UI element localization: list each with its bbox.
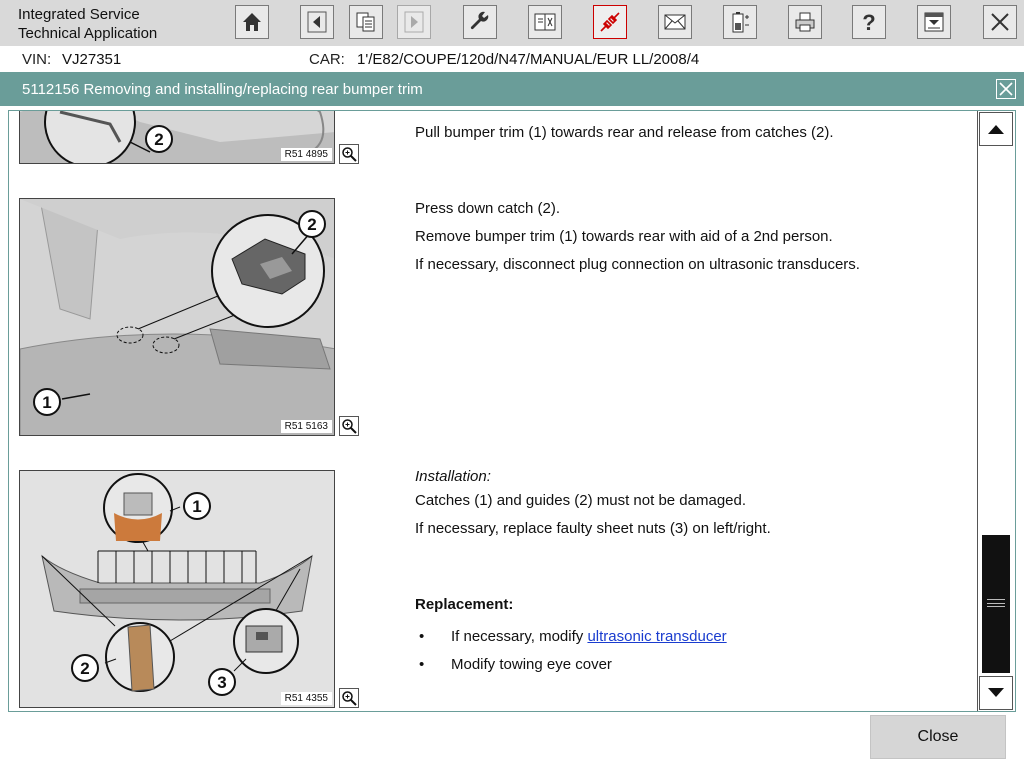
arrow-right-icon bbox=[404, 11, 424, 33]
service-functions-button[interactable] bbox=[463, 5, 497, 39]
toolbar: Integrated Service Technical Application… bbox=[0, 0, 1024, 46]
list-item: Modify towing eye cover bbox=[385, 651, 771, 679]
figure-step-3: 1 2 3 R51 4355 bbox=[19, 470, 335, 708]
scroll-down-button[interactable] bbox=[979, 676, 1013, 710]
exit-button[interactable] bbox=[983, 5, 1017, 39]
bumper-installation-illustration bbox=[20, 471, 334, 707]
print-button[interactable] bbox=[788, 5, 822, 39]
minimize-icon bbox=[924, 12, 944, 32]
app-title-line1: Integrated Service bbox=[18, 6, 140, 23]
car-label: CAR: bbox=[309, 51, 345, 68]
vin-label: VIN: bbox=[22, 51, 52, 68]
vertical-scrollbar[interactable] bbox=[977, 111, 1015, 711]
replacement-heading: Replacement: bbox=[415, 596, 514, 613]
ultrasonic-transducer-link[interactable]: ultrasonic transducer bbox=[587, 628, 726, 645]
installation-heading: Installation: bbox=[415, 468, 491, 485]
step-3-text: Installation: Catches (1) and guides (2)… bbox=[415, 468, 771, 680]
replacement-list: If necessary, modify ultrasonic transduc… bbox=[385, 623, 771, 679]
document-scroll-area: 2 R51 4895 Pull bumper trim (1) towards … bbox=[9, 111, 977, 711]
car-value: 1'/E82/COUPE/120d/N47/MANUAL/EUR LL/2008… bbox=[357, 51, 700, 68]
callout-2-label: 2 bbox=[80, 659, 90, 678]
figure-step-1: 2 R51 4895 bbox=[19, 111, 335, 164]
document-content: 2 R51 4895 Pull bumper trim (1) towards … bbox=[8, 110, 1016, 712]
instruction-line: If necessary, disconnect plug connection… bbox=[415, 256, 860, 273]
magnifier-icon bbox=[342, 147, 357, 162]
callout-1-label: 1 bbox=[42, 393, 52, 412]
scroll-thumb[interactable] bbox=[982, 535, 1010, 673]
app-title: Integrated Service Technical Application bbox=[18, 5, 157, 43]
documents-icon bbox=[356, 12, 375, 32]
close-button[interactable]: Close bbox=[870, 715, 1006, 759]
comparison-button[interactable] bbox=[528, 5, 562, 39]
triangle-down-icon bbox=[988, 688, 1004, 697]
app-title-line2: Technical Application bbox=[18, 25, 158, 42]
figure-code: R51 4895 bbox=[280, 148, 332, 161]
callout-2-label: 2 bbox=[307, 215, 317, 234]
zoom-figure-2-button[interactable] bbox=[339, 416, 359, 436]
compare-icon bbox=[534, 13, 556, 31]
bullet-text: Modify towing eye cover bbox=[451, 656, 612, 673]
document-close-button[interactable] bbox=[996, 79, 1016, 99]
close-icon bbox=[991, 13, 1009, 31]
back-button[interactable] bbox=[300, 5, 334, 39]
step-1-text: Pull bumper trim (1) towards rear and re… bbox=[415, 119, 833, 147]
scroll-grip-icon bbox=[987, 599, 1005, 607]
question-icon: ? bbox=[862, 10, 875, 34]
figure-code: R51 4355 bbox=[280, 692, 332, 705]
instruction-line: Remove bumper trim (1) towards rear with… bbox=[415, 228, 833, 245]
home-button[interactable] bbox=[235, 5, 269, 39]
triangle-up-icon bbox=[988, 125, 1004, 134]
vin-value: VJ27351 bbox=[62, 51, 122, 68]
document-title-bar: 5112156 Removing and installing/replacin… bbox=[0, 72, 1024, 106]
zoom-figure-1-button[interactable] bbox=[339, 144, 359, 164]
plug-icon bbox=[600, 12, 620, 32]
arrow-left-icon bbox=[307, 11, 327, 33]
help-button[interactable]: ? bbox=[852, 5, 886, 39]
battery-button[interactable] bbox=[723, 5, 757, 39]
close-icon bbox=[999, 82, 1013, 96]
figure-code: R51 5163 bbox=[280, 420, 332, 433]
callout-1-label: 1 bbox=[192, 497, 202, 516]
scroll-up-button[interactable] bbox=[979, 112, 1013, 146]
vehicle-info-bar: VIN: VJ27351 CAR: 1'/E82/COUPE/120d/N47/… bbox=[0, 46, 1024, 72]
callout-2-label: 2 bbox=[154, 130, 164, 149]
forward-button[interactable] bbox=[397, 5, 431, 39]
printer-icon bbox=[795, 12, 815, 32]
svg-text:?: ? bbox=[862, 10, 875, 34]
bumper-catch-illustration bbox=[20, 199, 334, 435]
zoom-figure-3-button[interactable] bbox=[339, 688, 359, 708]
messages-button[interactable] bbox=[658, 5, 692, 39]
callout-3-label: 3 bbox=[217, 673, 227, 692]
wrench-icon bbox=[470, 11, 489, 30]
instruction-line: Press down catch (2). bbox=[415, 200, 561, 217]
instruction-line: If necessary, replace faulty sheet nuts … bbox=[415, 520, 771, 537]
instruction-line: Pull bumper trim (1) towards rear and re… bbox=[415, 124, 834, 141]
documents-button[interactable] bbox=[349, 5, 383, 39]
magnifier-icon bbox=[342, 419, 357, 434]
vehicle-connection-button[interactable] bbox=[593, 5, 627, 39]
magnifier-icon bbox=[342, 691, 357, 706]
home-icon bbox=[243, 13, 261, 31]
instruction-line: Catches (1) and guides (2) must not be d… bbox=[415, 492, 747, 509]
document-title: 5112156 Removing and installing/replacin… bbox=[22, 81, 423, 98]
step-2-text: Press down catch (2). Remove bumper trim… bbox=[415, 195, 860, 279]
battery-icon bbox=[732, 12, 749, 33]
list-item: If necessary, modify ultrasonic transduc… bbox=[385, 623, 771, 651]
figure-step-2: 1 2 R51 5163 bbox=[19, 198, 335, 436]
envelope-icon bbox=[664, 14, 686, 30]
minimize-button[interactable] bbox=[917, 5, 951, 39]
bullet-text: If necessary, modify bbox=[451, 628, 588, 645]
